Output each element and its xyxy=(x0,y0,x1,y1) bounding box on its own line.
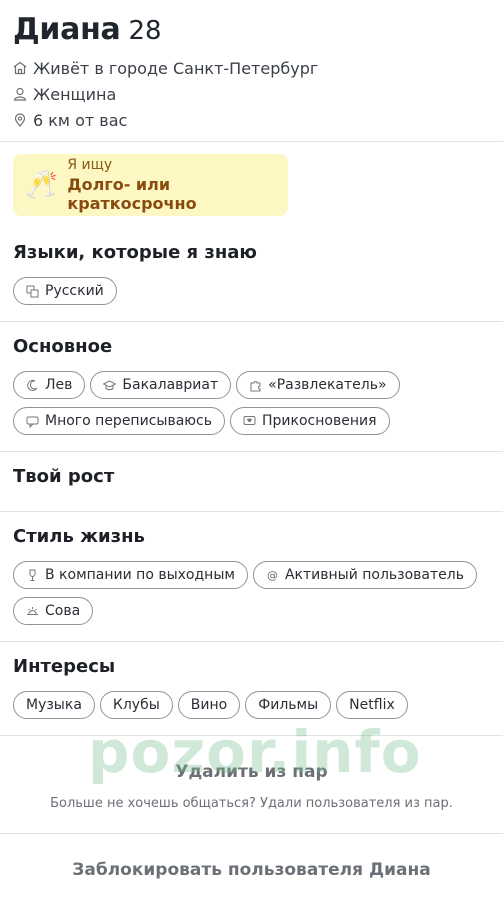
sunset-icon xyxy=(27,606,38,615)
moon-icon xyxy=(27,379,38,391)
communication-label: Много переписываюсь xyxy=(45,413,213,429)
basics-section: Основное Лев Бакалавриат «Развлекатель» … xyxy=(0,322,503,451)
languages-title: Языки, которые я знаю xyxy=(13,242,257,263)
person-icon xyxy=(13,87,27,101)
gender-row: Женщина xyxy=(13,81,490,107)
language-chip: Русский xyxy=(13,277,117,305)
communication-chip: Много переписываюсь xyxy=(13,407,226,435)
social-media-label: Активный пользователь xyxy=(284,567,464,583)
home-icon xyxy=(13,61,27,75)
interest-chip: Музыка xyxy=(13,691,95,719)
divider xyxy=(0,141,503,142)
basics-title: Основное xyxy=(13,336,113,357)
unmatch-button[interactable]: Удалить из пар xyxy=(13,762,490,782)
translate-icon xyxy=(26,285,39,297)
city-row: Живёт в городе Санкт-Петербург xyxy=(13,55,490,81)
interests-chips: Музыка Клубы Вино Фильмы Netflix xyxy=(13,691,490,719)
distance-row: 6 км от вас xyxy=(13,107,490,133)
unmatch-description: Больше не хочешь общаться? Удали пользов… xyxy=(50,796,453,811)
education-chip: Бакалавриат xyxy=(90,371,232,399)
zodiac-chip: Лев xyxy=(13,371,86,399)
sleep-chip: Сова xyxy=(13,597,94,625)
gender-text: Женщина xyxy=(33,84,117,104)
interest-chip: Netflix xyxy=(336,691,408,719)
profile-name: Диана xyxy=(13,12,121,47)
interest-chip: Фильмы xyxy=(245,691,332,719)
profile-header: Диана 28 Живёт в городе Санкт-Петербург … xyxy=(0,0,503,133)
drinking-chip: В компании по выходным xyxy=(13,561,248,589)
heart-bubble-icon xyxy=(243,415,256,425)
at-sign-icon: @ xyxy=(266,568,278,582)
drinking-label: В компании по выходным xyxy=(45,567,235,583)
languages-section: Языки, которые я знаю Русский xyxy=(0,228,503,321)
seeking-card: 🥂 Я ищу Долго- или краткосрочно xyxy=(13,154,288,216)
seeking-text: Я ищу Долго- или краткосрочно xyxy=(67,157,288,213)
city-text: Живёт в городе Санкт-Петербург xyxy=(33,58,319,78)
interest-chip: Клубы xyxy=(99,691,173,719)
seeking-label: Я ищу xyxy=(67,157,113,173)
champagne-glasses-icon: 🥂 xyxy=(25,170,58,200)
location-pin-icon xyxy=(14,113,26,127)
wine-glass-icon xyxy=(29,569,36,581)
love-language-chip: Прикосновения xyxy=(230,407,390,435)
social-media-chip: @ Активный пользователь xyxy=(252,561,477,589)
lifestyle-title: Стиль жизнь xyxy=(13,526,145,547)
block-user-button[interactable]: Заблокировать пользователя Диана xyxy=(13,860,490,880)
lifestyle-chips: В компании по выходным @ Активный пользо… xyxy=(13,561,490,625)
profile-age: 28 xyxy=(128,16,162,46)
sleep-label: Сова xyxy=(45,603,81,619)
height-section: Твой рост xyxy=(0,452,503,511)
languages-chips: Русский xyxy=(13,277,490,305)
education-label: Бакалавриат xyxy=(122,377,219,393)
personality-chip: «Развлекатель» xyxy=(236,371,400,399)
love-language-label: Прикосновения xyxy=(262,413,377,429)
lifestyle-section: Стиль жизнь В компании по выходным @ Акт… xyxy=(0,512,503,641)
name-row: Диана 28 xyxy=(13,12,490,47)
unmatch-block: Удалить из пар Больше не хочешь общаться… xyxy=(0,736,503,833)
interests-title: Интересы xyxy=(13,656,116,677)
block-block: Заблокировать пользователя Диана xyxy=(0,834,503,880)
personality-label: «Развлекатель» xyxy=(268,377,387,393)
basics-chips: Лев Бакалавриат «Развлекатель» Много пер… xyxy=(13,371,490,435)
interests-section: Интересы Музыка Клубы Вино Фильмы Netfli… xyxy=(0,642,503,735)
graduation-cap-icon xyxy=(103,379,117,390)
language-chip-label: Русский xyxy=(45,283,104,299)
distance-text: 6 км от вас xyxy=(33,110,128,130)
height-title: Твой рост xyxy=(13,466,115,487)
interest-chip: Вино xyxy=(177,691,241,719)
zodiac-label: Лев xyxy=(45,377,73,393)
seeking-value: Долго- или краткосрочно xyxy=(67,175,197,213)
puzzle-icon xyxy=(250,380,261,391)
chat-bubble-icon xyxy=(26,416,39,428)
